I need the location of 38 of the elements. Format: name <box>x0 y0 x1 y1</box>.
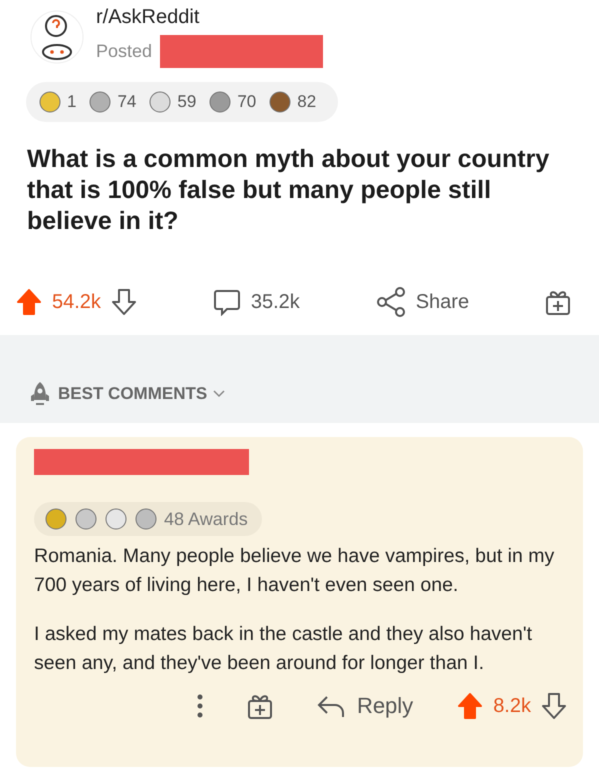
comments-button[interactable]: 35.2k <box>212 288 300 316</box>
upvote-icon[interactable] <box>16 288 42 316</box>
award-count: 59 <box>177 92 196 112</box>
gift-icon[interactable] <box>545 288 572 316</box>
chevron-down-icon <box>213 390 226 398</box>
sort-button[interactable]: BEST COMMENTS <box>28 381 226 407</box>
award-count: 70 <box>237 92 256 112</box>
posted-label: Posted <box>96 41 152 62</box>
share-button[interactable]: Share <box>376 287 470 317</box>
upvote-icon[interactable] <box>457 692 484 720</box>
reply-button[interactable]: Reply <box>316 693 414 719</box>
awards-count: 48 Awards <box>164 508 248 530</box>
comment-icon <box>212 288 241 316</box>
vote-count: 8.2k <box>493 694 531 718</box>
award-icon <box>104 507 128 531</box>
award-icon <box>134 507 158 531</box>
comment-text: Romania. Many people believe we have vampires, but in my 700 years of living here, I haven't even seen one. <box>34 544 556 598</box>
comment-text: I asked my mates back in the castle and they also haven't seen any, and they've been around for longer than I. <box>34 622 533 676</box>
post-title: What is a common myth about your country that is 100% false but many people still believe in it? <box>27 144 550 237</box>
rocket-icon <box>28 381 52 407</box>
award-count: 82 <box>297 92 316 112</box>
downvote-icon[interactable] <box>541 692 567 720</box>
downvote-icon[interactable] <box>110 288 137 316</box>
award-icon <box>268 90 292 114</box>
award-count: 74 <box>117 92 136 112</box>
award-icon <box>38 90 62 114</box>
award-icon <box>148 90 172 114</box>
award-icon <box>208 90 232 114</box>
subreddit-name[interactable]: r/AskReddit <box>96 6 324 29</box>
vote-count: 54.2k <box>52 290 101 314</box>
share-icon <box>376 287 406 317</box>
subreddit-avatar-icon <box>30 10 84 64</box>
award-count: 1 <box>67 92 76 112</box>
award-icon <box>44 507 68 531</box>
gift-icon[interactable] <box>246 692 273 720</box>
award-icon <box>88 90 112 114</box>
more-options-icon[interactable] <box>196 694 203 718</box>
award-icon <box>74 507 98 531</box>
